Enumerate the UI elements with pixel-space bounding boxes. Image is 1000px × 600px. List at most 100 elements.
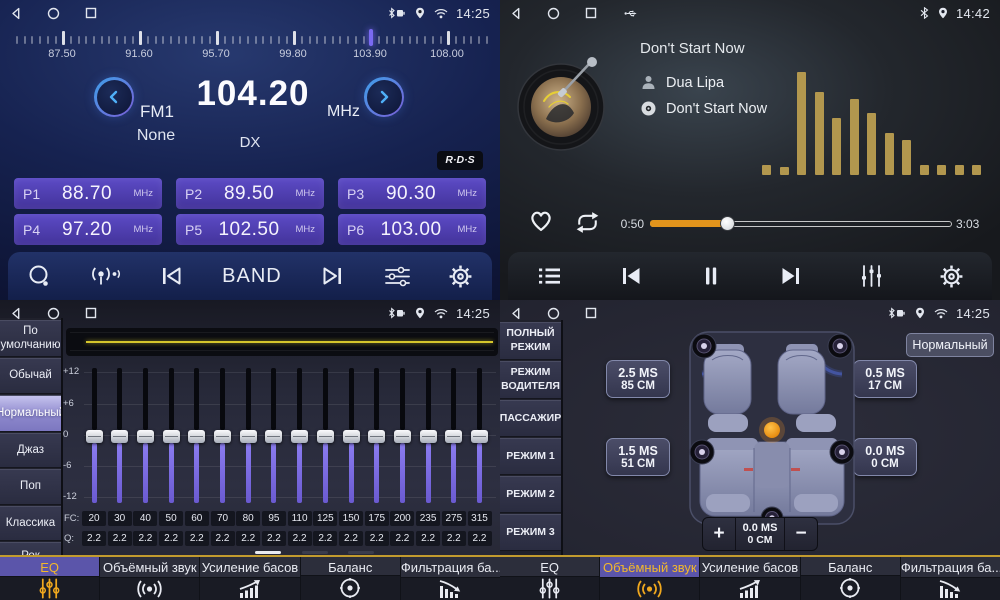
album-art-vinyl[interactable]: [516, 57, 612, 153]
fc-value[interactable]: 80: [236, 511, 260, 526]
repeat-icon[interactable]: [572, 210, 603, 235]
q-value[interactable]: 2.2: [416, 531, 440, 546]
car-cabin-diagram[interactable]: [688, 330, 856, 526]
tab-bass-boost[interactable]: Усиление басов: [700, 557, 800, 600]
tab-eq[interactable]: EQ: [0, 557, 100, 600]
previous-track-icon[interactable]: [618, 264, 644, 288]
q-value[interactable]: 2.2: [262, 531, 286, 546]
eq-slider-knob[interactable]: [86, 430, 103, 443]
tab-filter[interactable]: Фильтрация ба...: [401, 557, 500, 600]
previous-station-icon[interactable]: [158, 264, 185, 288]
eq-slider-knob[interactable]: [137, 430, 154, 443]
fc-value[interactable]: 275: [442, 511, 466, 526]
fc-value[interactable]: 315: [468, 511, 492, 526]
eq-slider-knob[interactable]: [163, 430, 180, 443]
recents-icon[interactable]: [85, 307, 97, 319]
back-icon[interactable]: [10, 307, 22, 320]
q-value[interactable]: 2.2: [236, 531, 260, 546]
eq-preset-item-1[interactable]: Обычай: [0, 358, 61, 394]
home-icon[interactable]: [47, 7, 60, 20]
eq-slider-knob[interactable]: [214, 430, 231, 443]
radio-preset-button[interactable]: P188.70MHz: [14, 178, 162, 209]
tab-surround-sound[interactable]: Объёмный звук: [100, 557, 200, 600]
listening-point[interactable]: [764, 422, 780, 438]
eq-preset-item-3[interactable]: Джаз: [0, 433, 61, 468]
eq-preset-item-5[interactable]: Классика: [0, 506, 61, 541]
eq-preset-item-4[interactable]: Поп: [0, 469, 61, 505]
fc-value[interactable]: 95: [262, 511, 286, 526]
eq-slider-knob[interactable]: [291, 430, 308, 443]
fc-value[interactable]: 110: [288, 511, 312, 526]
q-value[interactable]: 2.2: [390, 531, 414, 546]
q-value[interactable]: 2.2: [339, 531, 363, 546]
recents-icon[interactable]: [585, 307, 597, 319]
fc-value[interactable]: 40: [133, 511, 157, 526]
back-icon[interactable]: [10, 7, 22, 20]
playlist-icon[interactable]: [536, 265, 563, 287]
scan-icon[interactable]: [26, 263, 53, 290]
fc-value[interactable]: 150: [339, 511, 363, 526]
position-mode-item-2[interactable]: ПАССАЖИР: [500, 400, 561, 437]
q-value[interactable]: 2.2: [82, 531, 106, 546]
next-station-icon[interactable]: [319, 264, 346, 288]
position-mode-item-5[interactable]: РЕЖИМ 3: [500, 514, 561, 551]
fc-value[interactable]: 20: [82, 511, 106, 526]
fc-value[interactable]: 200: [390, 511, 414, 526]
broadcast-stations-icon[interactable]: [90, 264, 121, 289]
radio-preset-button[interactable]: P289.50MHz: [176, 178, 324, 209]
fc-value[interactable]: 70: [211, 511, 235, 526]
tab-filter[interactable]: Фильтрация ба...: [901, 557, 1000, 600]
dx-mode-label[interactable]: DX: [228, 134, 272, 151]
eq-slider-knob[interactable]: [240, 430, 257, 443]
position-mode-item-3[interactable]: РЕЖИМ 1: [500, 438, 561, 475]
favorite-icon[interactable]: [526, 206, 556, 233]
radio-preset-button[interactable]: P497.20MHz: [14, 214, 162, 245]
home-icon[interactable]: [47, 307, 60, 320]
fc-value[interactable]: 125: [313, 511, 337, 526]
home-icon[interactable]: [547, 307, 560, 320]
eq-slider-knob[interactable]: [317, 430, 334, 443]
position-mode-item-4[interactable]: РЕЖИМ 2: [500, 476, 561, 513]
equalizer-icon[interactable]: [859, 263, 884, 289]
eq-slider-knob[interactable]: [188, 430, 205, 443]
eq-slider-knob[interactable]: [394, 430, 411, 443]
settings-icon[interactable]: [448, 264, 473, 289]
next-track-icon[interactable]: [778, 264, 804, 288]
tab-bass-boost[interactable]: Усиление басов: [200, 557, 300, 600]
eq-preset-item-6[interactable]: Рок: [0, 542, 61, 555]
eq-slider-knob[interactable]: [368, 430, 385, 443]
pause-icon[interactable]: [699, 264, 723, 288]
fc-value[interactable]: 60: [185, 511, 209, 526]
home-icon[interactable]: [547, 7, 560, 20]
back-icon[interactable]: [510, 7, 522, 20]
q-value[interactable]: 2.2: [159, 531, 183, 546]
eq-slider-knob[interactable]: [265, 430, 282, 443]
fc-value[interactable]: 50: [159, 511, 183, 526]
equalizer-icon[interactable]: [383, 264, 412, 289]
delay-decrease-button[interactable]: −: [785, 518, 817, 550]
q-value[interactable]: 2.2: [211, 531, 235, 546]
progress-thumb[interactable]: [720, 216, 735, 231]
q-value[interactable]: 2.2: [365, 531, 389, 546]
eq-slider-knob[interactable]: [471, 430, 488, 443]
delay-rear-right-button[interactable]: 0.0 MS 0 CM: [853, 438, 917, 476]
radio-preset-button[interactable]: P6103.00MHz: [338, 214, 486, 245]
tune-down-button[interactable]: [94, 77, 134, 117]
q-value[interactable]: 2.2: [288, 531, 312, 546]
eq-slider-knob[interactable]: [343, 430, 360, 443]
position-mode-item-1[interactable]: РЕЖИМ ВОДИТЕЛЯ: [500, 361, 561, 399]
fc-value[interactable]: 30: [108, 511, 132, 526]
delay-rear-left-button[interactable]: 1.5 MS 51 CM: [606, 438, 670, 476]
q-value[interactable]: 2.2: [185, 531, 209, 546]
band-button[interactable]: BAND: [222, 265, 282, 288]
back-icon[interactable]: [510, 307, 522, 320]
settings-icon[interactable]: [939, 264, 964, 289]
delay-front-right-button[interactable]: 0.5 MS 17 CM: [853, 360, 917, 398]
q-value[interactable]: 2.2: [468, 531, 492, 546]
q-value[interactable]: 2.2: [133, 531, 157, 546]
fc-value[interactable]: 175: [365, 511, 389, 526]
recents-icon[interactable]: [585, 7, 597, 19]
recents-icon[interactable]: [85, 7, 97, 19]
eq-slider-knob[interactable]: [445, 430, 462, 443]
eq-slider-knob[interactable]: [420, 430, 437, 443]
